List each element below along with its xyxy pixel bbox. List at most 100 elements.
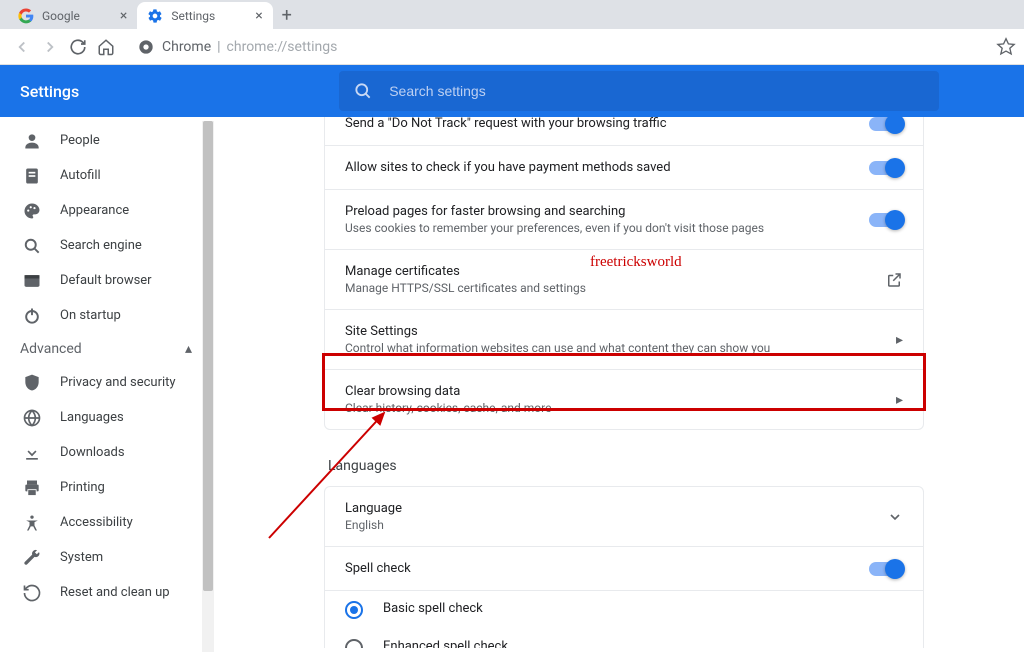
row-subtitle: Control what information websites can us… [345,341,884,355]
radio-basic-spell-check[interactable]: Basic spell check [325,591,923,629]
home-button[interactable] [92,33,120,61]
download-icon [22,443,42,463]
chrome-product-icon [138,39,154,55]
row-language[interactable]: Language English [325,487,923,547]
row-title: Send a "Do Not Track" request with your … [345,117,857,131]
row-spell-check[interactable]: Spell check [325,547,923,591]
sidebar-item-on-startup[interactable]: On startup [0,298,214,333]
annotation-watermark: freetricksworld [590,254,682,271]
close-icon[interactable]: × [255,8,262,24]
search-icon [22,236,42,256]
browser-tabstrip: Google × Settings × + [0,0,1024,29]
sidebar-item-label: Autofill [60,168,101,183]
sidebar-item-appearance[interactable]: Appearance [0,193,214,228]
tab-label: Google [42,9,80,23]
settings-main: Send a "Do Not Track" request with your … [214,117,1024,648]
sidebar-item-people[interactable]: People [0,123,214,158]
restore-icon [22,583,42,603]
sidebar-scrollbar-thumb[interactable] [203,121,213,591]
reload-button[interactable] [64,33,92,61]
sidebar-item-label: Default browser [60,273,152,288]
section-title-languages: Languages [324,450,924,486]
row-subtitle: English [345,518,875,532]
row-payment-methods[interactable]: Allow sites to check if you have payment… [325,146,923,190]
settings-favicon [147,8,163,24]
row-title: Allow sites to check if you have payment… [345,160,857,175]
row-title: Site Settings [345,324,884,339]
sidebar-item-downloads[interactable]: Downloads [0,435,214,470]
print-icon [22,478,42,498]
sidebar-item-label: Search engine [60,238,142,253]
close-icon[interactable]: × [120,8,127,24]
page-title: Settings [20,82,79,101]
sidebar-item-label: People [60,133,100,148]
sidebar-item-label: Printing [60,480,105,495]
toggle-switch[interactable] [869,562,903,576]
row-title: Preload pages for faster browsing and se… [345,204,857,219]
sidebar-item-label: Reset and clean up [60,585,170,600]
browser-toolbar: Chrome | chrome://settings [0,29,1024,65]
sidebar-item-label: Languages [60,410,124,425]
sidebar-section-advanced[interactable]: Advanced ▴ [0,333,214,365]
chrome-word: Chrome [162,39,211,55]
sidebar-item-label: Accessibility [60,515,133,530]
sidebar-item-label: Appearance [60,203,129,218]
chevron-down-icon [887,509,903,525]
languages-card: Language English Spell check Basic spell… [324,486,924,648]
search-icon [353,81,373,101]
row-subtitle: Clear history, cookies, cache, and more [345,401,884,415]
sidebar-item-system[interactable]: System [0,540,214,575]
sidebar-item-label: Privacy and security [60,375,176,390]
address-bar[interactable]: Chrome | chrome://settings [128,33,988,61]
sidebar-item-default-browser[interactable]: Default browser [0,263,214,298]
forward-button[interactable] [36,33,64,61]
radio-label: Enhanced spell check [383,639,797,648]
settings-header: Settings [0,65,1024,117]
url-text: chrome://settings [227,39,338,55]
autofill-icon [22,166,42,186]
toggle-switch[interactable] [869,117,903,131]
bookmark-star-icon[interactable] [996,37,1016,57]
search-input[interactable] [389,83,925,99]
toggle-switch[interactable] [869,161,903,175]
row-title: Clear browsing data [345,384,884,399]
privacy-card: Send a "Do Not Track" request with your … [324,117,924,430]
search-settings[interactable] [339,71,939,111]
row-clear-browsing-data[interactable]: Clear browsing data Clear history, cooki… [325,370,923,429]
sidebar-item-privacy[interactable]: Privacy and security [0,365,214,400]
tab-label: Settings [171,9,215,23]
sidebar-section-label: Advanced [20,341,82,357]
palette-icon [22,201,42,221]
tab-google[interactable]: Google × [8,2,137,29]
sidebar-item-languages[interactable]: Languages [0,400,214,435]
google-favicon [18,8,34,24]
sidebar-item-label: On startup [60,308,121,323]
row-site-settings[interactable]: Site Settings Control what information w… [325,310,923,370]
sidebar-item-reset[interactable]: Reset and clean up [0,575,214,610]
power-icon [22,306,42,326]
chevron-right-icon: ▸ [896,392,903,408]
back-button[interactable] [8,33,36,61]
sidebar-item-search-engine[interactable]: Search engine [0,228,214,263]
radio-button[interactable] [345,601,363,619]
sidebar-item-label: System [60,550,103,565]
separator: | [217,39,220,55]
chevron-up-icon: ▴ [185,341,192,357]
external-link-icon [885,271,903,289]
sidebar-item-accessibility[interactable]: Accessibility [0,505,214,540]
wrench-icon [22,548,42,568]
row-subtitle: Manage HTTPS/SSL certificates and settin… [345,281,873,295]
sidebar-item-printing[interactable]: Printing [0,470,214,505]
row-title: Spell check [345,561,857,576]
radio-enhanced-spell-check[interactable]: Enhanced spell check Uses the same spell… [325,629,923,648]
radio-button[interactable] [345,639,363,648]
sidebar-item-autofill[interactable]: Autofill [0,158,214,193]
row-do-not-track[interactable]: Send a "Do Not Track" request with your … [325,117,923,146]
radio-label: Basic spell check [383,601,483,616]
accessibility-icon [22,513,42,533]
row-preload-pages[interactable]: Preload pages for faster browsing and se… [325,190,923,250]
toggle-switch[interactable] [869,213,903,227]
chevron-right-icon: ▸ [896,332,903,348]
new-tab-button[interactable]: + [273,1,301,29]
tab-settings[interactable]: Settings × [137,2,272,29]
